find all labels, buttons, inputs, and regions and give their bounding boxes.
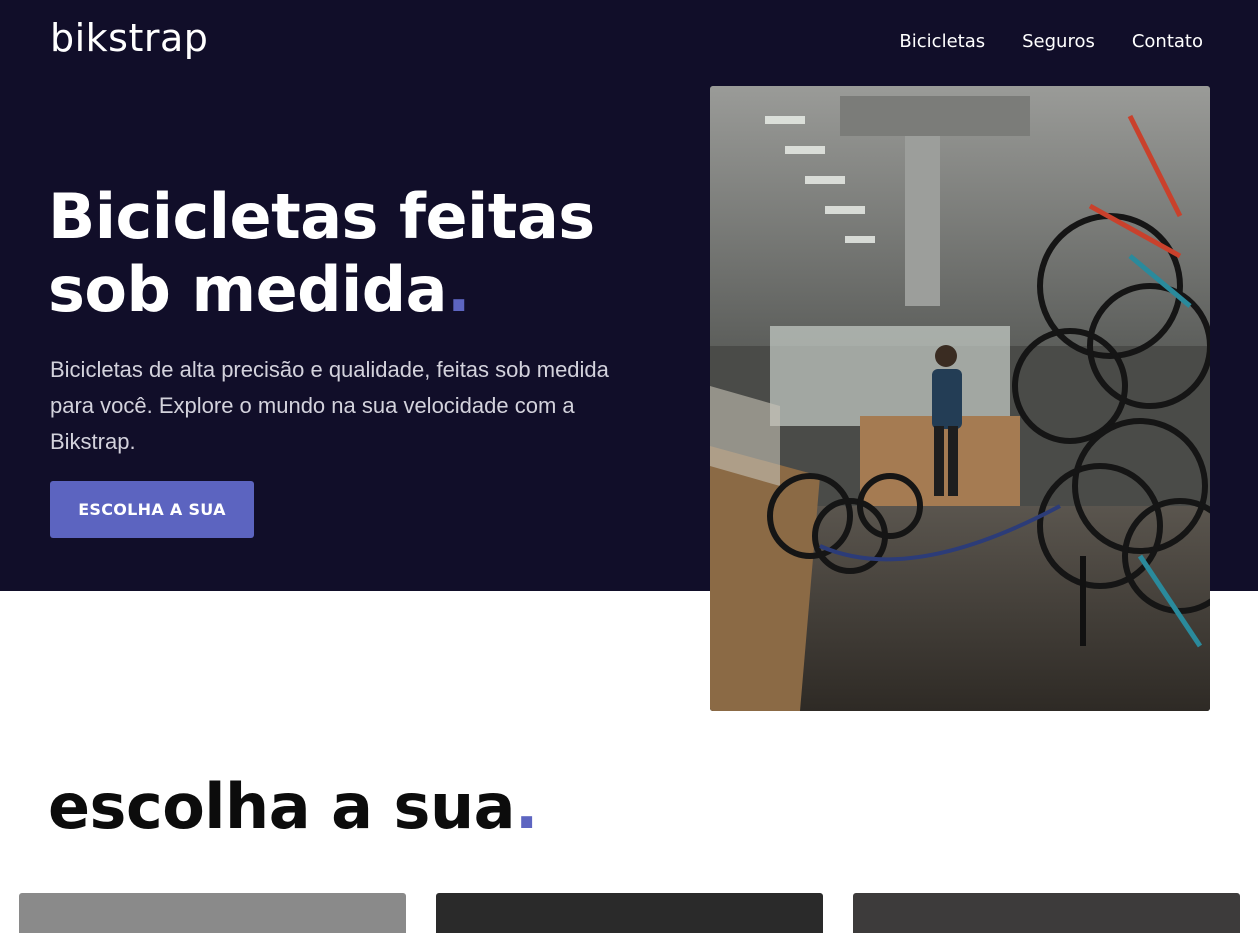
nav-item-bicicletas[interactable]: Bicicletas — [899, 31, 985, 52]
choose-yours-button[interactable]: ESCOLHA A SUA — [50, 481, 254, 538]
hero-title-dot: . — [446, 253, 471, 326]
hero-title: Bicicletas feitas sob medida. — [48, 180, 688, 326]
main-nav: Bicicletas Seguros Contato — [899, 31, 1203, 52]
bike-cards — [19, 893, 1240, 933]
hero-title-line1: Bicicletas feitas — [48, 180, 595, 253]
bike-card-2[interactable] — [436, 893, 823, 933]
section-title-text: escolha a sua — [48, 770, 515, 843]
section-title-dot: . — [514, 770, 539, 843]
bike-shop-photo — [710, 86, 1210, 711]
bike-shop-illustration — [710, 86, 1210, 711]
bike-card-1[interactable] — [19, 893, 406, 933]
hero-title-line2: sob medida — [48, 253, 447, 326]
section-title: escolha a sua. — [48, 770, 538, 843]
hero-description: Bicicletas de alta precisão e qualidade,… — [50, 357, 609, 454]
logo[interactable]: bikstrap — [50, 16, 208, 60]
bike-card-3[interactable] — [853, 893, 1240, 933]
nav-item-contato[interactable]: Contato — [1132, 31, 1203, 52]
nav-item-seguros[interactable]: Seguros — [1022, 31, 1095, 52]
